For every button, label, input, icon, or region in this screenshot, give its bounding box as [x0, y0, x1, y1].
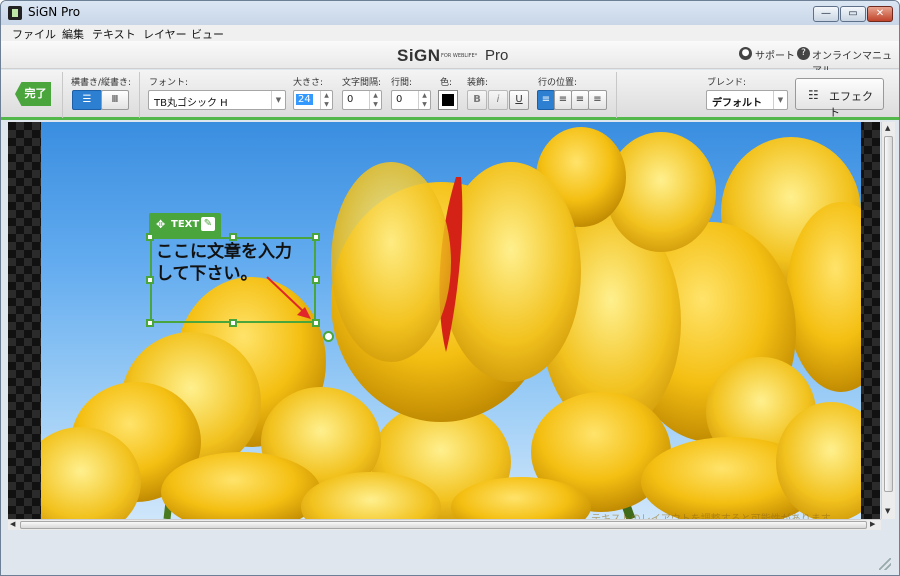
spacing-value: 0: [347, 94, 354, 105]
menu-bar: ファイル 編集 テキスト レイヤー ビュー: [1, 25, 899, 41]
title-bar: SiGN Pro — ▭ ✕: [1, 1, 899, 25]
close-icon: ✕: [875, 8, 885, 19]
scroll-right-icon[interactable]: ▶: [870, 520, 875, 528]
italic-button[interactable]: i: [488, 90, 508, 110]
app-logo: SiGN: [397, 46, 441, 65]
menu-edit[interactable]: 編集: [62, 26, 84, 42]
annotation-arrow-icon: [266, 276, 311, 319]
minimize-button[interactable]: —: [813, 6, 839, 22]
bold-button[interactable]: B: [467, 90, 487, 110]
align-justify-button[interactable]: ≡: [588, 90, 607, 110]
underline-icon: U: [515, 94, 523, 105]
align-left-button[interactable]: ≡: [537, 90, 555, 110]
align-right-button[interactable]: ≡: [571, 90, 589, 110]
resize-grip-icon[interactable]: [879, 558, 891, 570]
stepper-arrows-icon[interactable]: ▲ ▼: [418, 91, 430, 109]
font-label: フォント:: [149, 78, 189, 88]
close-button[interactable]: ✕: [867, 6, 893, 22]
spacing-label: 文字間隔:: [342, 78, 382, 88]
toolbar-divider: [139, 72, 140, 118]
menu-text[interactable]: テキスト: [92, 26, 136, 42]
align-right-icon: ≡: [575, 94, 585, 105]
horizontal-text-button[interactable]: ☰: [72, 90, 102, 110]
align-center-button[interactable]: ≡: [554, 90, 572, 110]
vertical-scroll-thumb[interactable]: [884, 136, 893, 492]
effect-label: エフェクト: [829, 90, 873, 119]
move-icon[interactable]: ✥: [156, 218, 165, 231]
sliders-icon: ☷: [808, 88, 819, 102]
minimize-icon: —: [821, 8, 831, 19]
horizontal-text-icon: ☰: [82, 94, 92, 105]
blend-label: ブレンド:: [707, 78, 747, 88]
text-object-label: TEXT: [171, 219, 200, 230]
logo-subtitle: FOR WEBLIFE*: [441, 53, 478, 59]
decoration-label: 装飾:: [467, 78, 489, 88]
linespacing-stepper[interactable]: 0 ▲ ▼: [391, 90, 431, 110]
rotate-handle[interactable]: [323, 331, 334, 342]
blend-value: デフォルト: [712, 98, 762, 109]
font-value: TB丸ゴシック H: [154, 98, 228, 109]
vertical-scrollbar[interactable]: ▲ ▼: [881, 122, 895, 519]
pencil-icon[interactable]: ✎: [201, 217, 215, 231]
support-link[interactable]: サポート: [755, 47, 795, 62]
vertical-text-button[interactable]: Ⅲ: [101, 90, 129, 110]
underline-button[interactable]: U: [509, 90, 529, 110]
logo-pro: Pro: [485, 47, 509, 64]
align-label: 行の位置:: [538, 78, 578, 88]
resize-handle-nw[interactable]: [146, 233, 154, 241]
resize-handle-s[interactable]: [229, 319, 237, 327]
done-button[interactable]: 完了: [15, 82, 51, 106]
vertical-text-icon: Ⅲ: [111, 94, 119, 105]
size-value: 24: [296, 94, 313, 105]
maximize-icon: ▭: [848, 8, 858, 19]
orientation-label: 横書き/縦書き:: [71, 78, 132, 88]
italic-icon: i: [496, 94, 500, 105]
align-justify-icon: ≡: [593, 94, 602, 105]
status-bar: [1, 531, 899, 575]
stepper-arrows-icon[interactable]: ▲ ▼: [369, 91, 381, 109]
scroll-up-icon[interactable]: ▲: [885, 124, 890, 132]
toolbar-divider: [616, 72, 617, 118]
align-center-icon: ≡: [558, 94, 568, 105]
text-object-tab[interactable]: ✥ TEXT ✎: [149, 213, 221, 237]
user-icon: ●: [739, 47, 752, 60]
resize-handle-n[interactable]: [229, 233, 237, 241]
menu-layer[interactable]: レイヤー: [143, 26, 187, 42]
resize-handle-w[interactable]: [146, 276, 154, 284]
window-title: SiGN Pro: [28, 5, 81, 19]
size-stepper[interactable]: 24 ▲ ▼: [293, 90, 333, 110]
resize-handle-sw[interactable]: [146, 319, 154, 327]
maximize-button[interactable]: ▭: [840, 6, 866, 22]
resize-handle-ne[interactable]: [312, 233, 320, 241]
size-label: 大きさ:: [293, 78, 324, 88]
scroll-down-icon[interactable]: ▼: [885, 507, 890, 515]
horizontal-scroll-thumb[interactable]: [20, 521, 867, 529]
linespacing-value: 0: [396, 94, 403, 105]
horizontal-scrollbar[interactable]: ◀ ▶: [8, 519, 881, 530]
linespacing-label: 行間:: [391, 78, 413, 88]
stepper-arrows-icon[interactable]: ▲ ▼: [320, 91, 332, 109]
toolbar-divider: [62, 72, 63, 118]
blend-select[interactable]: デフォルト ▼: [706, 90, 788, 110]
app-icon: [8, 6, 22, 20]
font-select[interactable]: TB丸ゴシック H ▼: [148, 90, 286, 110]
color-label: 色:: [440, 78, 453, 88]
spacing-stepper[interactable]: 0 ▲ ▼: [342, 90, 382, 110]
help-icon: ?: [797, 47, 810, 60]
chevron-down-icon: ▼: [271, 91, 285, 109]
chevron-down-icon: ▼: [773, 91, 787, 109]
menu-file[interactable]: ファイル: [12, 26, 56, 42]
text-toolbar: 完了 横書き/縦書き: ☰ Ⅲ フォント: TB丸ゴシック H ▼ 大きさ: 2…: [1, 70, 899, 120]
align-left-icon: ≡: [541, 94, 551, 105]
text-color-swatch[interactable]: [438, 90, 458, 110]
app-window: SiGN Pro — ▭ ✕ ファイル 編集 テキスト レイヤー ビュー SiG…: [0, 0, 900, 576]
menu-view[interactable]: ビュー: [191, 26, 224, 42]
scroll-left-icon[interactable]: ◀: [10, 520, 15, 528]
app-header: SiGN FOR WEBLIFE* Pro ● サポート ? オンラインマニュア…: [1, 41, 899, 77]
bold-icon: B: [473, 94, 481, 105]
canvas-area[interactable]: [8, 122, 880, 519]
effect-button[interactable]: ☷ エフェクト: [795, 78, 884, 119]
